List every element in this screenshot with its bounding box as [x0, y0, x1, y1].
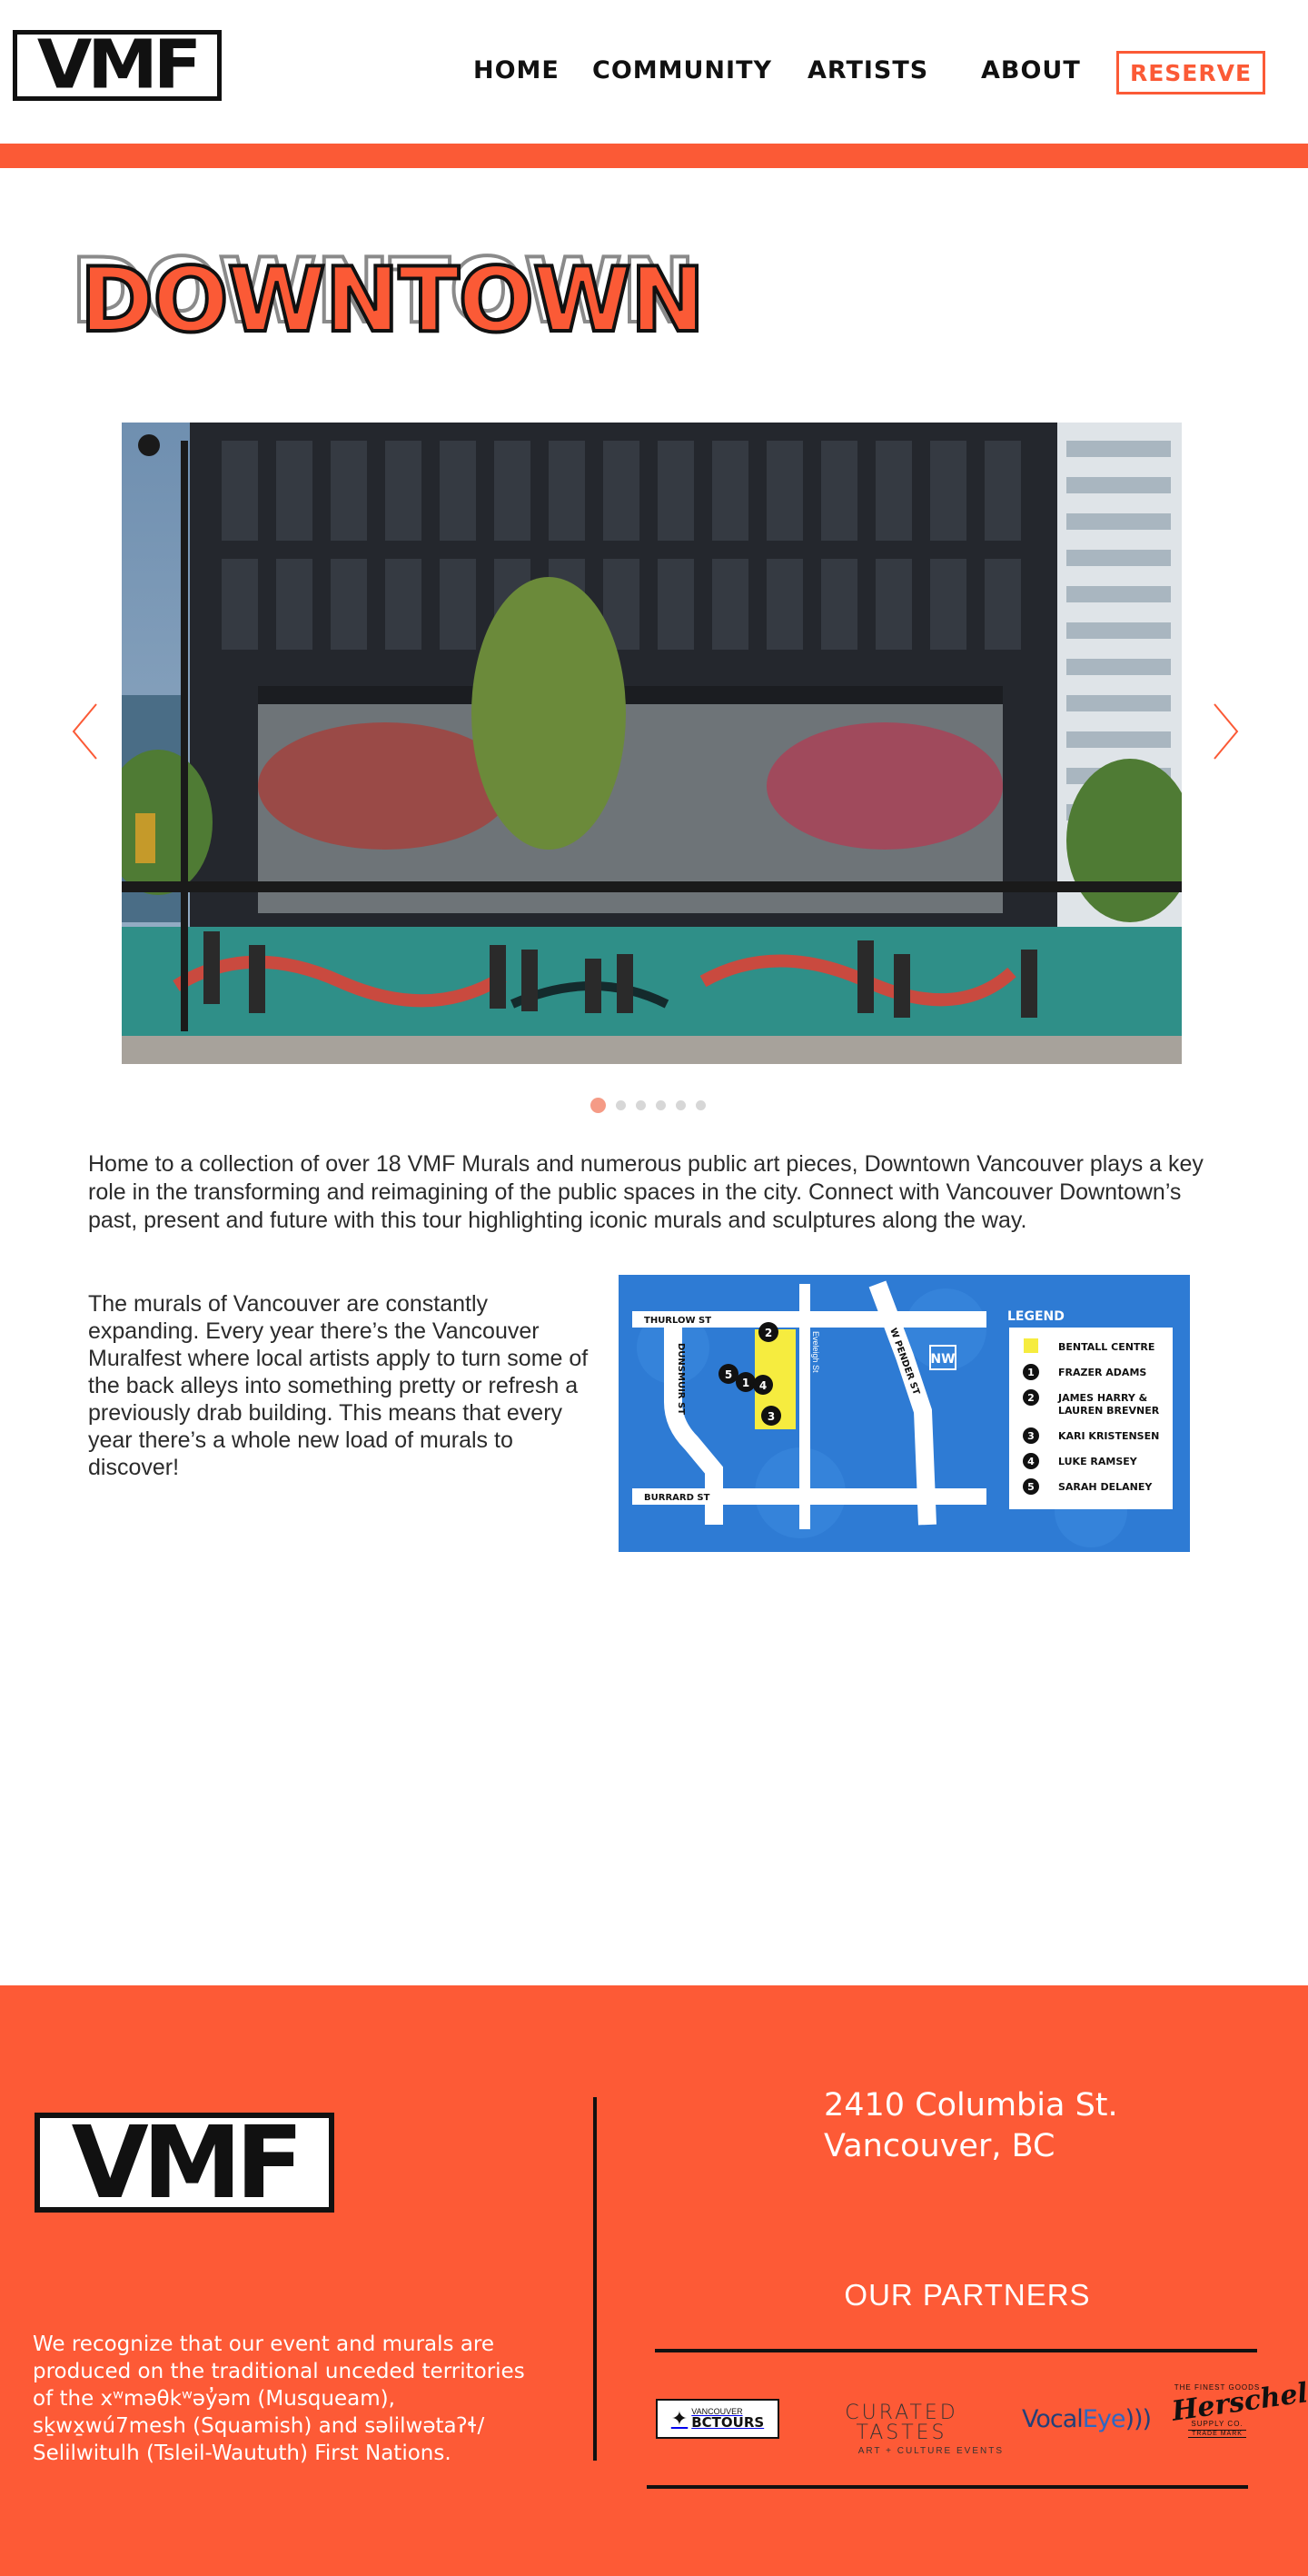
carousel-dot[interactable] — [616, 1099, 626, 1110]
address-line: 2410 Columbia St. — [824, 2087, 1118, 2123]
partner-curated-tastes-logo[interactable]: CURATED TASTES ART + CULTURE EVENTS — [799, 2402, 1004, 2457]
site-footer: VMF We recognize that our event and mura… — [0, 1985, 1308, 2576]
legend-item: FRAZER ADAMS — [1058, 1367, 1146, 1378]
map-pin-label: 5 — [725, 1368, 732, 1381]
curated-tastes-sub: ART + CULTURE EVENTS — [857, 2446, 1004, 2456]
vocaleye-text-b: Eye — [1082, 2405, 1126, 2433]
address-line: Vancouver, BC — [824, 2128, 1055, 2164]
footer-address: 2410 Columbia St. Vancouver, BC — [824, 2085, 1242, 2167]
legend-item: LUKE RAMSEY — [1058, 1456, 1138, 1467]
nav-community[interactable]: COMMUNITY — [592, 56, 772, 85]
partners-rule-bottom — [647, 2485, 1248, 2489]
downtown-map: 2 3 5 1 4 THURLOW ST BURRARD ST DUNSMUIR… — [619, 1275, 1190, 1552]
legend-item: BENTALL CENTRE — [1058, 1341, 1154, 1353]
page-title: DOWNTOWN DOWNTOWN — [69, 245, 707, 365]
intro-paragraph: Home to a collection of over 18 VMF Mura… — [88, 1151, 1204, 1233]
footer-divider — [593, 2097, 597, 2461]
legend-marker: 2 — [1027, 1392, 1035, 1404]
nav-artists[interactable]: ARTISTS — [808, 56, 928, 85]
carousel-next-button[interactable] — [1205, 700, 1242, 763]
chevron-left-icon — [72, 703, 97, 760]
legend-item: JAMES HARRY & — [1057, 1392, 1148, 1404]
sound-waves-icon: ))) — [1125, 2405, 1152, 2433]
legend-item: SARAH DELANEY — [1058, 1481, 1153, 1493]
vocaleye-text-a: Vocal — [1022, 2405, 1084, 2433]
bc-tours-main: BCTOURS — [691, 2414, 765, 2431]
curated-tastes-main: CURATED TASTES — [845, 2402, 958, 2444]
map-pin-label: 3 — [768, 1410, 775, 1423]
street-label-thurlow: THURLOW ST — [644, 1316, 711, 1326]
herschel-sub: TRADE MARK — [1188, 2430, 1246, 2439]
carousel-photo — [122, 423, 1182, 1064]
partner-bc-tours-logo[interactable]: ✦ VANCOUVER BCTOURS — [656, 2399, 779, 2439]
chevron-right-icon — [1214, 703, 1239, 760]
nav-home[interactable]: HOME — [473, 56, 560, 85]
carousel-dot[interactable] — [636, 1099, 646, 1110]
footer-logo[interactable]: VMF — [35, 2113, 334, 2213]
compass-icon: NW — [930, 1352, 955, 1367]
partner-herschel-logo[interactable]: THE FINEST GOODS Herschel SUPPLY CO. TRA… — [1170, 2377, 1308, 2456]
street-label-dunsmuir: DUNSMUIR ST — [676, 1343, 686, 1415]
site-header: VMF HOME COMMUNITY ARTISTS ABOUT RESERVE — [0, 0, 1308, 144]
legend-marker: 3 — [1027, 1430, 1035, 1442]
carousel-prev-button[interactable] — [69, 700, 105, 763]
carousel-dot[interactable] — [656, 1099, 666, 1110]
carousel-dot[interactable] — [590, 1097, 606, 1113]
main-nav: HOME COMMUNITY ARTISTS ABOUT — [0, 56, 1308, 93]
legend-marker: 4 — [1027, 1456, 1035, 1467]
map-pin-label: 4 — [759, 1379, 767, 1392]
street-label-burrard: BURRARD ST — [644, 1493, 710, 1503]
map-pin-label: 1 — [742, 1377, 749, 1389]
street-label-eveleigh: Eveleigh St — [811, 1331, 820, 1373]
carousel-dot[interactable] — [676, 1099, 686, 1110]
partners-heading: OUR PARTNERS — [844, 2278, 1091, 2312]
legend-item: KARI KRISTENSEN — [1058, 1430, 1159, 1442]
partners-rule-top — [655, 2349, 1257, 2352]
legend-title: LEGEND — [1007, 1309, 1065, 1324]
legend-item: LAUREN BREVNER — [1058, 1405, 1160, 1417]
header-accent-bar — [0, 144, 1308, 168]
carousel-pagination — [590, 1097, 718, 1113]
reserve-button[interactable]: RESERVE — [1116, 51, 1265, 94]
partner-vocaleye-logo[interactable]: VocalEye))) — [1022, 2405, 1152, 2433]
partner-logos: ✦ VANCOUVER BCTOURS CURATED TASTES ART +… — [649, 2376, 1308, 2467]
page-title-text: DOWNTOWN — [78, 249, 707, 353]
map-graphic: 2 3 5 1 4 THURLOW ST BURRARD ST DUNSMUIR… — [619, 1275, 1190, 1552]
map-pin-label: 2 — [765, 1327, 772, 1339]
legend-marker: 5 — [1027, 1481, 1035, 1493]
land-acknowledgement: We recognize that our event and murals a… — [33, 2332, 525, 2465]
nav-about[interactable]: ABOUT — [981, 56, 1081, 85]
carousel-dot[interactable] — [696, 1099, 706, 1110]
photo-carousel[interactable] — [122, 423, 1182, 1064]
legend-marker: 1 — [1027, 1367, 1035, 1378]
murals-paragraph: The murals of Vancouver are constantly e… — [88, 1291, 589, 1480]
bird-icon: ✦ — [670, 2407, 689, 2430]
footer-logo-text: VMF — [71, 2104, 304, 2221]
